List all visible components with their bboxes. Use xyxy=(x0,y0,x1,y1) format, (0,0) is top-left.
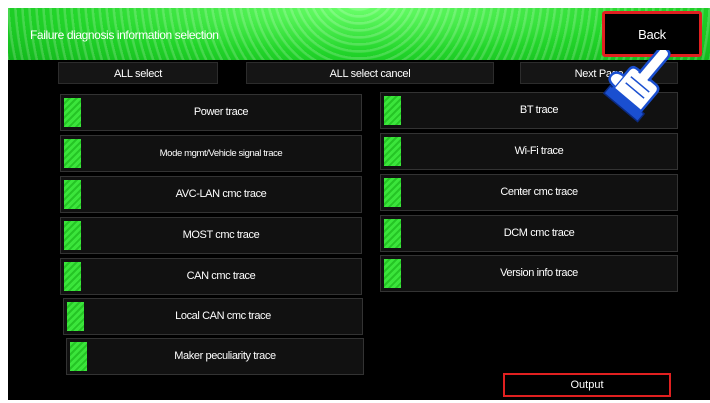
trace-item-label: Power trace xyxy=(193,106,249,118)
trace-item-mode-mgmt[interactable]: Mode mgmt/Vehicle signal trace xyxy=(60,135,362,172)
trace-item-power[interactable]: Power trace xyxy=(60,94,362,131)
checked-box-icon xyxy=(384,96,401,125)
trace-item-label: Version info trace xyxy=(500,267,578,279)
trace-item-version-info[interactable]: Version info trace xyxy=(380,255,678,292)
trace-item-most[interactable]: MOST cmc trace xyxy=(60,217,362,254)
all-select-button[interactable]: ALL select xyxy=(58,62,218,84)
trace-item-can[interactable]: CAN cmc trace xyxy=(60,258,362,295)
back-button-label: Back xyxy=(638,27,666,42)
trace-item-dcm[interactable]: DCM cmc trace xyxy=(380,215,678,252)
trace-item-label: Mode mgmt/Vehicle signal trace xyxy=(159,148,283,159)
trace-item-local-can[interactable]: Local CAN cmc trace xyxy=(63,298,363,335)
trace-item-label: Maker peculiarity trace xyxy=(174,350,276,362)
trace-item-label: Center cmc trace xyxy=(500,186,578,198)
checked-box-icon xyxy=(64,139,81,168)
trace-item-maker-peculiarity[interactable]: Maker peculiarity trace xyxy=(66,338,364,375)
checked-box-icon xyxy=(64,98,81,127)
checked-box-icon xyxy=(384,219,401,248)
checked-box-icon xyxy=(384,137,401,166)
output-button[interactable]: Output xyxy=(503,373,671,397)
trace-item-center[interactable]: Center cmc trace xyxy=(380,174,678,211)
checked-box-icon xyxy=(64,180,81,209)
trace-item-label: MOST cmc trace xyxy=(182,229,260,241)
trace-item-label: DCM cmc trace xyxy=(503,227,575,239)
checked-box-icon xyxy=(64,221,81,250)
checked-box-icon xyxy=(67,302,84,331)
trace-item-label: CAN cmc trace xyxy=(186,270,256,282)
trace-item-label: AVC-LAN cmc trace xyxy=(175,188,267,200)
checked-box-icon xyxy=(384,178,401,207)
trace-item-avc-lan[interactable]: AVC-LAN cmc trace xyxy=(60,176,362,213)
all-select-cancel-button[interactable]: ALL select cancel xyxy=(246,62,494,84)
pointing-hand-icon xyxy=(602,50,671,123)
trace-item-label: Local CAN cmc trace xyxy=(175,310,271,322)
checked-box-icon xyxy=(70,342,87,371)
checked-box-icon xyxy=(384,259,401,288)
trace-item-label: Wi-Fi trace xyxy=(514,145,564,157)
checked-box-icon xyxy=(64,262,81,291)
page-title: Failure diagnosis information selection xyxy=(30,28,219,42)
